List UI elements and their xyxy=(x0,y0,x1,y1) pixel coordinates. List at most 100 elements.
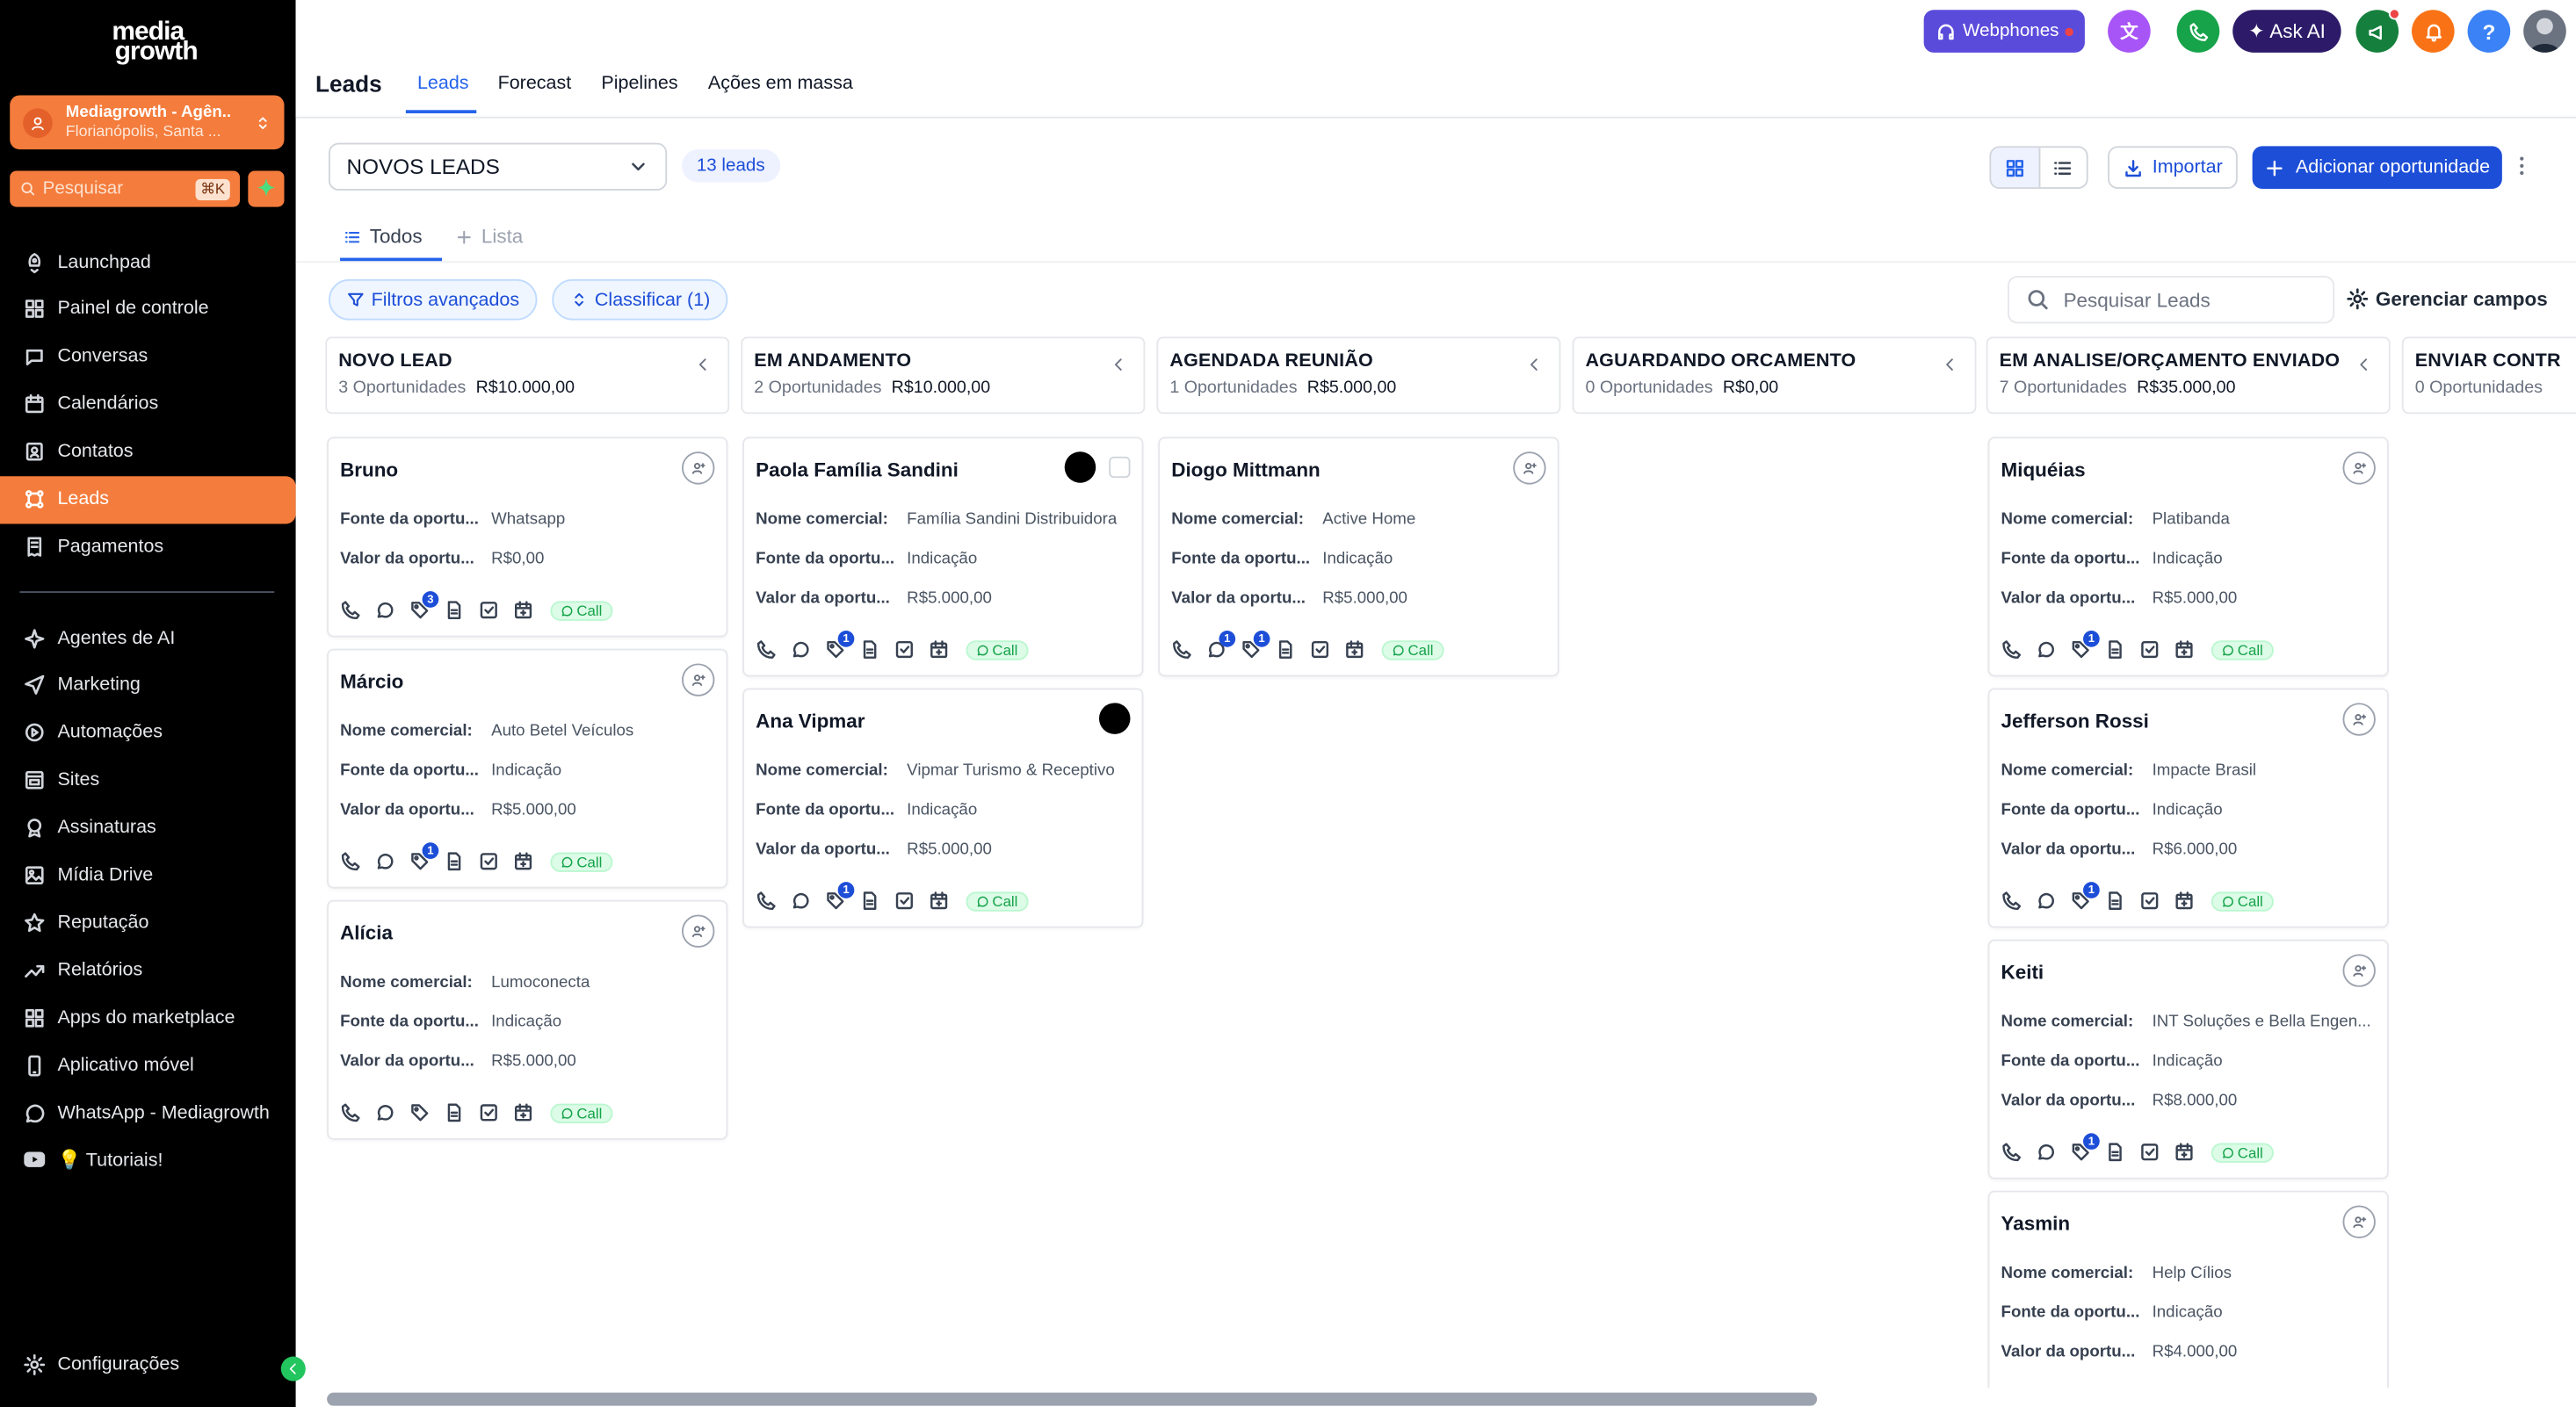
tags-action[interactable]: 1 xyxy=(825,631,855,660)
call-action[interactable] xyxy=(2001,639,2022,660)
import-button[interactable]: Importar xyxy=(2108,146,2238,190)
lead-name[interactable]: Márcio xyxy=(340,670,403,693)
sidebar-item-tutoriais[interactable]: 💡 Tutoriais! xyxy=(0,1136,296,1184)
assign-user-button[interactable] xyxy=(2342,703,2376,736)
message-action[interactable] xyxy=(790,639,811,660)
whatsapp-call-button[interactable]: Call xyxy=(966,891,1028,911)
message-action[interactable] xyxy=(2036,639,2057,660)
account-switcher[interactable]: Mediagrowth - Agên... Florianópolis, San… xyxy=(10,95,285,150)
sidebar-item-aplicativo-movel[interactable]: Aplicativo móvel xyxy=(0,1042,296,1089)
lead-card[interactable]: Miquéias Nome comercial: Platibanda Fonte d… xyxy=(1987,437,2389,677)
help-button[interactable]: ? xyxy=(2467,10,2511,53)
notes-action[interactable] xyxy=(1275,639,1296,660)
tags-action[interactable]: 3 xyxy=(409,591,439,621)
tasks-action[interactable] xyxy=(478,851,499,872)
whatsapp-call-button[interactable]: Call xyxy=(550,600,612,620)
horizontal-scrollbar[interactable] xyxy=(327,1392,1818,1406)
appointment-action[interactable] xyxy=(512,851,533,872)
call-action[interactable] xyxy=(1171,639,1192,660)
pipeline-select[interactable]: NOVOS LEADS xyxy=(328,142,668,191)
collapse-column-button[interactable] xyxy=(1111,357,1127,373)
assign-user-button[interactable] xyxy=(682,914,715,948)
appointment-action[interactable] xyxy=(512,1102,533,1123)
call-action[interactable] xyxy=(756,890,777,911)
notes-action[interactable] xyxy=(859,890,880,911)
column-header[interactable]: AGUARDANDO ORCAMENTO 0 Oportunidades R$0,0… xyxy=(1572,336,1977,415)
assign-user-button[interactable] xyxy=(682,451,715,485)
lead-card[interactable]: Diogo Mittmann Nome comercial: Active Home… xyxy=(1158,437,1559,677)
whatsapp-call-button[interactable]: Call xyxy=(1381,639,1444,660)
notes-action[interactable] xyxy=(444,600,465,621)
whatsapp-call-button[interactable]: Call xyxy=(2211,891,2274,911)
lead-card[interactable]: Márcio Nome comercial: Auto Betel Veículos… xyxy=(327,648,728,889)
sidebar-item-agentes-de-ai[interactable]: Agentes de AI xyxy=(0,614,296,661)
tags-action[interactable]: 1 xyxy=(2070,631,2100,660)
call-action[interactable] xyxy=(2001,890,2022,911)
message-action[interactable] xyxy=(374,851,395,872)
call-action[interactable] xyxy=(340,600,361,621)
appointment-action[interactable] xyxy=(928,890,949,911)
advanced-filters-button[interactable]: Filtros avançados xyxy=(328,278,538,321)
collapse-column-button[interactable] xyxy=(2355,357,2372,373)
tasks-action[interactable] xyxy=(2139,1142,2160,1163)
owner-avatar[interactable] xyxy=(1064,451,1096,483)
lead-card[interactable]: Keiti Nome comercial: INT Soluções e Bella… xyxy=(1987,939,2389,1180)
whatsapp-call-button[interactable]: Call xyxy=(966,639,1028,660)
sidebar-item-automacoes[interactable]: Automações xyxy=(0,709,296,756)
sidebar-item-conversas[interactable]: Conversas xyxy=(0,333,296,380)
collapse-column-button[interactable] xyxy=(1942,357,1958,373)
quick-add-button[interactable]: ✦ xyxy=(248,170,285,207)
assign-user-button[interactable] xyxy=(2342,451,2376,485)
notes-action[interactable] xyxy=(2104,639,2125,660)
message-action[interactable] xyxy=(790,890,811,911)
column-header[interactable]: NOVO LEAD 3 Oportunidades R$10.000,00 xyxy=(325,336,730,415)
sidebar-item-midia-drive[interactable]: Mídia Drive xyxy=(0,852,296,899)
ask-ai-button[interactable]: ✦ Ask AI xyxy=(2232,10,2341,53)
subtab-add-list[interactable]: Lista xyxy=(455,225,523,248)
lead-name[interactable]: Yasmin xyxy=(2001,1212,2071,1235)
lead-name[interactable]: Bruno xyxy=(340,458,398,481)
column-header[interactable]: AGENDADA REUNIÃO 1 Oportunidades R$5.000,0… xyxy=(1156,336,1561,415)
subtab-todos[interactable]: Todos xyxy=(344,225,423,248)
tasks-action[interactable] xyxy=(478,1102,499,1123)
notes-action[interactable] xyxy=(859,639,880,660)
message-action[interactable]: 1 xyxy=(1206,631,1236,660)
appointment-action[interactable] xyxy=(2174,1142,2195,1163)
sidebar-item-painel-de-controle[interactable]: Painel de controle xyxy=(0,285,296,333)
sidebar-item-calendarios[interactable]: Calendários xyxy=(0,380,296,428)
assign-user-button[interactable] xyxy=(2342,954,2376,987)
tags-action[interactable]: 1 xyxy=(2070,882,2100,911)
whatsapp-call-button[interactable]: Call xyxy=(550,851,612,871)
sidebar-item-leads[interactable]: Leads xyxy=(0,475,296,523)
lead-card[interactable]: Ana Vipmar Nome comercial: Vipmar Turismo … xyxy=(742,688,1144,928)
select-checkbox[interactable] xyxy=(1109,456,1131,479)
whatsapp-call-button[interactable]: Call xyxy=(2211,1142,2274,1162)
brand-logo[interactable]: media growth xyxy=(0,19,296,65)
message-action[interactable] xyxy=(2036,1142,2057,1163)
phone-button[interactable] xyxy=(2176,10,2220,53)
sidebar-item-apps-do-marketplace[interactable]: Apps do marketplace xyxy=(0,994,296,1042)
whatsapp-call-button[interactable]: Call xyxy=(550,1102,612,1123)
call-action[interactable] xyxy=(2001,1142,2022,1163)
sidebar-item-relatorios[interactable]: Relatórios xyxy=(0,947,296,994)
appointment-action[interactable] xyxy=(512,600,533,621)
lead-name[interactable]: Diogo Mittmann xyxy=(1171,458,1321,481)
tasks-action[interactable] xyxy=(478,600,499,621)
tags-action[interactable]: 1 xyxy=(1241,631,1270,660)
lead-card[interactable]: Bruno Fonte da oportu... Whatsapp Valor da … xyxy=(327,437,728,638)
tasks-action[interactable] xyxy=(2139,890,2160,911)
webphones-button[interactable]: Webphones xyxy=(1923,10,2085,53)
sidebar-item-marketing[interactable]: Marketing xyxy=(0,661,296,709)
add-opportunity-button[interactable]: Adicionar oportunidade xyxy=(2252,146,2502,190)
lead-name[interactable]: Keiti xyxy=(2001,961,2044,984)
appointment-action[interactable] xyxy=(2174,639,2195,660)
tasks-action[interactable] xyxy=(894,639,915,660)
message-action[interactable] xyxy=(2036,890,2057,911)
more-options-button[interactable] xyxy=(2519,155,2525,177)
sidebar-item-launchpad[interactable]: Launchpad xyxy=(0,238,296,285)
whatsapp-call-button[interactable]: Call xyxy=(2211,639,2274,660)
lead-card[interactable]: Alícia Nome comercial: Lumoconecta Fonte da… xyxy=(327,899,728,1140)
tab-forecast[interactable]: Forecast xyxy=(498,74,572,93)
notifications-button[interactable] xyxy=(2412,10,2455,53)
appointment-action[interactable] xyxy=(1344,639,1365,660)
